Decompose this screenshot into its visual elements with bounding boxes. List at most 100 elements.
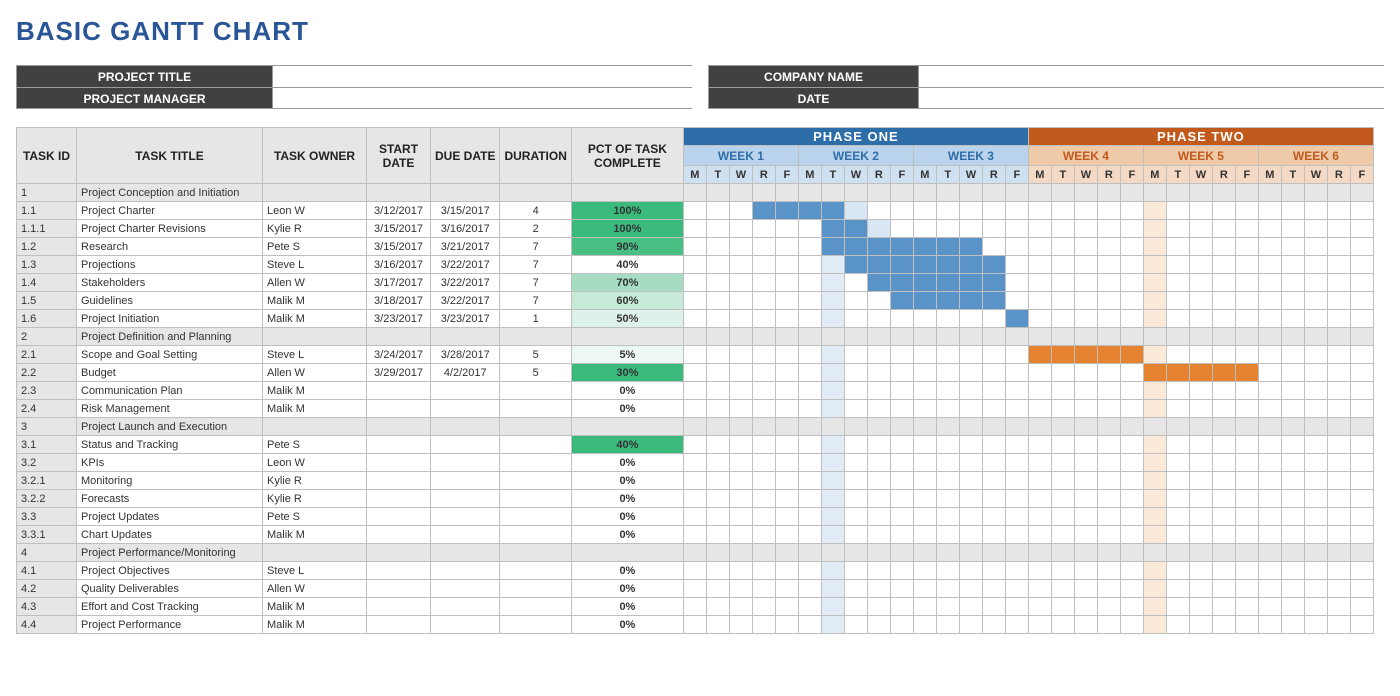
gantt-cell[interactable] xyxy=(1143,310,1166,328)
gantt-cell[interactable] xyxy=(1258,202,1281,220)
cell-pct[interactable]: 0% xyxy=(571,616,683,634)
gantt-cell[interactable] xyxy=(867,256,890,274)
gantt-cell[interactable] xyxy=(1097,472,1120,490)
gantt-cell[interactable] xyxy=(1097,184,1120,202)
gantt-cell[interactable] xyxy=(821,472,844,490)
gantt-cell[interactable] xyxy=(1120,364,1143,382)
gantt-cell[interactable] xyxy=(867,562,890,580)
gantt-cell[interactable] xyxy=(1281,490,1304,508)
gantt-cell[interactable] xyxy=(1143,616,1166,634)
gantt-cell[interactable] xyxy=(867,220,890,238)
gantt-cell[interactable] xyxy=(729,544,752,562)
cell-task-id[interactable]: 1.6 xyxy=(17,310,77,328)
gantt-cell[interactable] xyxy=(706,598,729,616)
gantt-cell[interactable] xyxy=(752,598,775,616)
gantt-cell[interactable] xyxy=(1028,346,1051,364)
gantt-cell[interactable] xyxy=(706,508,729,526)
cell-pct[interactable]: 0% xyxy=(571,526,683,544)
cell-pct[interactable]: 0% xyxy=(571,382,683,400)
gantt-cell[interactable] xyxy=(752,400,775,418)
gantt-cell[interactable] xyxy=(982,616,1005,634)
gantt-cell[interactable] xyxy=(706,436,729,454)
gantt-cell[interactable] xyxy=(1074,220,1097,238)
gantt-cell[interactable] xyxy=(729,490,752,508)
gantt-cell[interactable] xyxy=(1097,526,1120,544)
gantt-cell[interactable] xyxy=(706,418,729,436)
cell-task-owner[interactable]: Kylie R xyxy=(263,490,367,508)
gantt-cell[interactable] xyxy=(798,382,821,400)
gantt-cell[interactable] xyxy=(982,220,1005,238)
gantt-cell[interactable] xyxy=(1051,562,1074,580)
gantt-cell[interactable] xyxy=(844,274,867,292)
cell-due-date[interactable] xyxy=(431,526,500,544)
gantt-cell[interactable] xyxy=(729,310,752,328)
gantt-cell[interactable] xyxy=(890,616,913,634)
cell-pct[interactable]: 40% xyxy=(571,256,683,274)
gantt-cell[interactable] xyxy=(982,184,1005,202)
gantt-cell[interactable] xyxy=(752,418,775,436)
gantt-cell[interactable] xyxy=(913,526,936,544)
cell-task-title[interactable]: Projections xyxy=(77,256,263,274)
gantt-cell[interactable] xyxy=(1327,472,1350,490)
gantt-cell[interactable] xyxy=(1350,418,1373,436)
gantt-cell[interactable] xyxy=(821,238,844,256)
gantt-cell[interactable] xyxy=(1074,472,1097,490)
cell-pct[interactable]: 30% xyxy=(571,364,683,382)
gantt-cell[interactable] xyxy=(1350,400,1373,418)
gantt-cell[interactable] xyxy=(1143,454,1166,472)
gantt-cell[interactable] xyxy=(1051,418,1074,436)
gantt-cell[interactable] xyxy=(1097,598,1120,616)
gantt-cell[interactable] xyxy=(1120,490,1143,508)
gantt-cell[interactable] xyxy=(821,346,844,364)
gantt-cell[interactable] xyxy=(1051,490,1074,508)
gantt-cell[interactable] xyxy=(1120,202,1143,220)
cell-task-id[interactable]: 1 xyxy=(17,184,77,202)
gantt-cell[interactable] xyxy=(936,454,959,472)
gantt-cell[interactable] xyxy=(1350,382,1373,400)
cell-due-date[interactable] xyxy=(431,598,500,616)
gantt-cell[interactable] xyxy=(936,328,959,346)
gantt-cell[interactable] xyxy=(890,202,913,220)
cell-start-date[interactable] xyxy=(367,490,431,508)
gantt-cell[interactable] xyxy=(1304,580,1327,598)
gantt-cell[interactable] xyxy=(936,526,959,544)
gantt-cell[interactable] xyxy=(1189,238,1212,256)
gantt-cell[interactable] xyxy=(1281,238,1304,256)
gantt-cell[interactable] xyxy=(1212,418,1235,436)
gantt-cell[interactable] xyxy=(1189,472,1212,490)
gantt-cell[interactable] xyxy=(683,598,706,616)
cell-due-date[interactable] xyxy=(431,184,500,202)
gantt-cell[interactable] xyxy=(936,472,959,490)
gantt-cell[interactable] xyxy=(1212,364,1235,382)
cell-task-title[interactable]: Project Charter xyxy=(77,202,263,220)
cell-due-date[interactable]: 3/22/2017 xyxy=(431,274,500,292)
gantt-cell[interactable] xyxy=(867,580,890,598)
gantt-cell[interactable] xyxy=(798,508,821,526)
gantt-cell[interactable] xyxy=(706,328,729,346)
gantt-cell[interactable] xyxy=(1235,418,1258,436)
gantt-cell[interactable] xyxy=(683,580,706,598)
gantt-cell[interactable] xyxy=(844,580,867,598)
gantt-cell[interactable] xyxy=(752,364,775,382)
gantt-cell[interactable] xyxy=(706,364,729,382)
gantt-cell[interactable] xyxy=(1350,184,1373,202)
gantt-cell[interactable] xyxy=(1258,328,1281,346)
cell-pct[interactable]: 0% xyxy=(571,598,683,616)
cell-task-owner[interactable]: Allen W xyxy=(263,274,367,292)
gantt-cell[interactable] xyxy=(1235,256,1258,274)
cell-start-date[interactable] xyxy=(367,382,431,400)
gantt-cell[interactable] xyxy=(1304,202,1327,220)
gantt-cell[interactable] xyxy=(844,454,867,472)
gantt-cell[interactable] xyxy=(1051,184,1074,202)
gantt-cell[interactable] xyxy=(775,364,798,382)
gantt-cell[interactable] xyxy=(936,580,959,598)
cell-task-title[interactable]: Forecasts xyxy=(77,490,263,508)
gantt-cell[interactable] xyxy=(798,490,821,508)
gantt-cell[interactable] xyxy=(1074,364,1097,382)
cell-due-date[interactable]: 3/21/2017 xyxy=(431,238,500,256)
cell-due-date[interactable] xyxy=(431,328,500,346)
gantt-cell[interactable] xyxy=(706,472,729,490)
gantt-cell[interactable] xyxy=(1051,202,1074,220)
cell-task-owner[interactable] xyxy=(263,418,367,436)
gantt-cell[interactable] xyxy=(752,346,775,364)
